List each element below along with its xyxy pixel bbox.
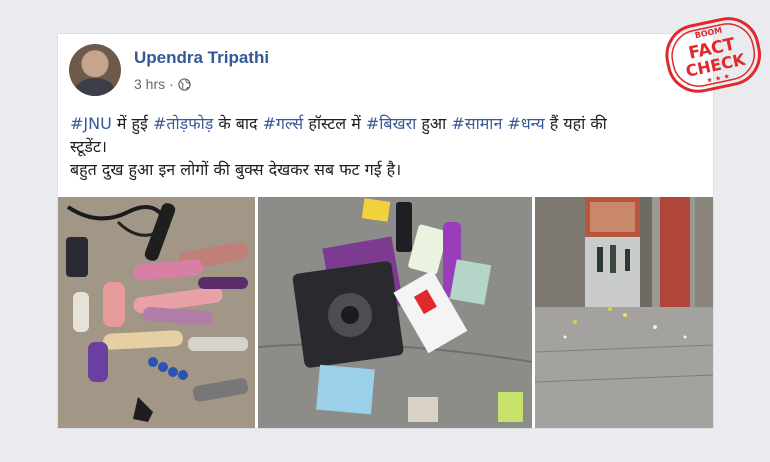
meta-separator: · (169, 76, 174, 92)
avatar[interactable] (69, 44, 121, 96)
globe-icon[interactable] (178, 77, 191, 91)
facebook-post: Upendra Tripathi 3 hrs · #JNU में हुई #त… (57, 33, 714, 429)
post-text-segment: में हुई (111, 114, 153, 133)
post-time[interactable]: 3 hrs (134, 76, 165, 92)
fact-check-stamp-logo: BOOM FACT CHECK ★ ★ ★ (665, 17, 761, 93)
post-line: बहुत दुख हुआ इन लोगों की बुक्स देखकर सब … (70, 158, 700, 181)
photo-grid (58, 197, 713, 428)
photo-hostel-corridor[interactable] (535, 197, 713, 428)
post-line: स्टूडेंट। (70, 135, 700, 158)
hashtag-link[interactable]: #सामान (451, 114, 502, 133)
post-line: #JNU में हुई #तोड़फोड़ के बाद #गर्ल्स हॉ… (70, 112, 700, 135)
hashtag-link[interactable]: #JNU (70, 114, 112, 133)
photo-carpet-items[interactable] (58, 197, 255, 428)
photo-floor-products[interactable] (258, 197, 532, 428)
hashtag-link[interactable]: #धन्य (507, 114, 544, 133)
post-meta: 3 hrs · (134, 76, 191, 92)
post-text-segment: हुआ (416, 114, 452, 133)
hashtag-link[interactable]: #बिखरा (366, 114, 416, 133)
hashtag-link[interactable]: #तोड़फोड़ (153, 114, 213, 133)
author-name[interactable]: Upendra Tripathi (134, 48, 269, 68)
post-text-segment: स्टूडेंट। (70, 137, 107, 156)
post-text: #JNU में हुई #तोड़फोड़ के बाद #गर्ल्स हॉ… (70, 112, 700, 181)
hashtag-link[interactable]: #गर्ल्स (263, 114, 304, 133)
post-text-segment: हॉस्टल में (303, 114, 366, 133)
post-text-segment: के बाद (213, 114, 263, 133)
post-text-segment: बहुत दुख हुआ इन लोगों की बुक्स देखकर सब … (70, 160, 402, 179)
post-text-segment: हैं यहां की (544, 114, 607, 133)
